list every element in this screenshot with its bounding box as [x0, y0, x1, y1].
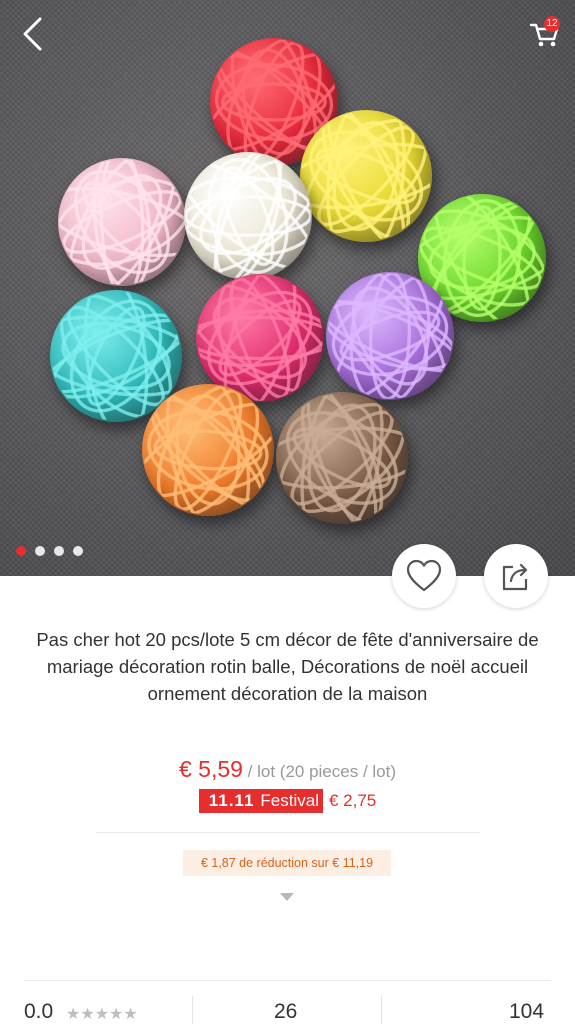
rattan-ball — [142, 384, 274, 516]
divider — [96, 832, 480, 833]
gallery-dot-3[interactable] — [54, 546, 64, 556]
heart-icon — [406, 559, 442, 592]
rattan-ball — [196, 274, 324, 402]
gallery-dot-2[interactable] — [35, 546, 45, 556]
cart-count-badge: 12 — [544, 16, 560, 32]
festival-label: Festival — [260, 791, 319, 810]
price-row: € 5,59 / lot (20 pieces / lot) — [0, 756, 575, 783]
product-title: Pas cher hot 20 pcs/lote 5 cm décor de f… — [36, 629, 539, 704]
rattan-ball — [58, 158, 186, 286]
wishlist-button[interactable] — [392, 544, 456, 608]
orders-count[interactable]: 104 — [509, 1000, 544, 1024]
discount-banner[interactable]: € 1,87 de réduction sur € 11,19 — [183, 850, 391, 876]
gallery-page-indicator — [16, 546, 83, 556]
rating-value[interactable]: 0.0 — [24, 1000, 53, 1024]
price-unit: / lot (20 pieces / lot) — [242, 762, 397, 781]
stats-divider — [24, 980, 551, 981]
rating-stars-icon: ★★★★★ — [66, 1006, 138, 1023]
product-price: € 5,59 — [178, 756, 243, 782]
reviews-count[interactable]: 26 — [274, 1000, 297, 1024]
expand-arrow-icon[interactable] — [280, 893, 294, 901]
chevron-left-icon — [23, 17, 42, 51]
stats-bar: 0.0 ★★★★★ 26 104 — [0, 996, 575, 1024]
product-image-gallery[interactable]: 12 — [0, 0, 575, 576]
rattan-ball — [300, 110, 432, 242]
rattan-ball — [276, 392, 408, 524]
festival-number: 11.11 — [208, 791, 255, 810]
rattan-ball — [326, 272, 454, 400]
festival-badge: 11.11 Festival — [198, 789, 323, 813]
stats-separator — [381, 996, 382, 1024]
festival-promo: 11.11 Festival € 2,75 — [0, 789, 575, 813]
back-button[interactable] — [12, 14, 52, 54]
cart-button[interactable]: 12 — [522, 14, 566, 54]
stats-separator — [192, 996, 193, 1024]
gallery-dot-4[interactable] — [73, 546, 83, 556]
gallery-dot-1[interactable] — [16, 546, 26, 556]
share-icon — [502, 563, 528, 591]
festival-price: € 2,75 — [328, 791, 377, 810]
share-button[interactable] — [484, 544, 548, 608]
rattan-ball — [184, 152, 312, 280]
